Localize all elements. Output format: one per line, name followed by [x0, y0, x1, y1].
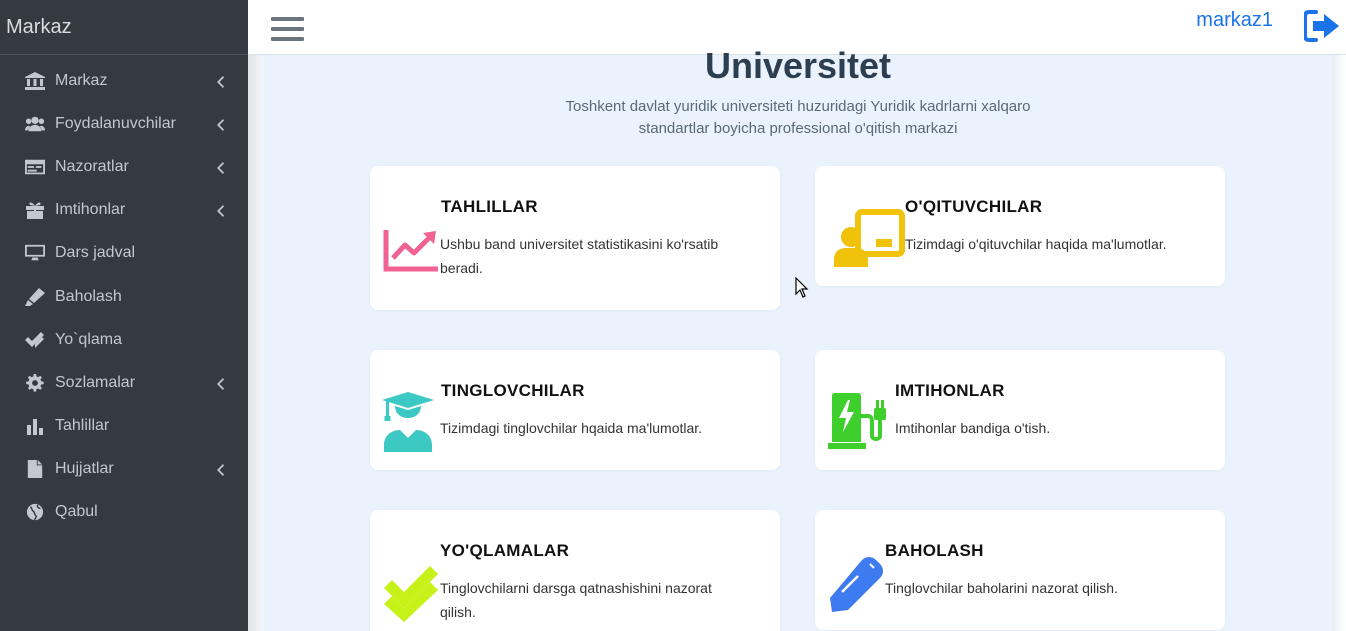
sidebar-item-label: Dars jadval: [55, 244, 136, 262]
sidebar-item-label: Qabul: [55, 503, 98, 521]
university-icon: [24, 71, 46, 91]
user-name-link[interactable]: markaz1: [1196, 9, 1273, 32]
sidebar-item-label: Yo`qlama: [55, 330, 123, 348]
sidebar-item-baholash[interactable]: Baholash: [0, 275, 248, 318]
charging-station-icon: [828, 392, 892, 455]
sidebar-item-markaz[interactable]: Markaz: [0, 59, 248, 102]
sidebar-item-label: Markaz: [55, 71, 108, 89]
page-subtitle: Toshkent davlat yuridik universiteti huz…: [565, 98, 1031, 137]
card-tinglovchilar[interactable]: TINGLOVCHILAR Tizimdagi tinglovchilar hq…: [370, 350, 780, 470]
scrollbar-track[interactable]: [1332, 55, 1346, 631]
card-tahlillar[interactable]: TAHLILLAR Ushbu band universitet statist…: [370, 166, 780, 310]
sidebar-item-label: Tahlillar: [55, 417, 110, 435]
gift-icon: [24, 200, 46, 220]
sidebar-item-tahlillar[interactable]: Tahlillar: [0, 405, 248, 448]
card-title: TAHLILLAR: [441, 197, 538, 216]
chevron-left-icon: [216, 118, 224, 131]
mouse-cursor-icon: [795, 276, 809, 304]
card-title: TINGLOVCHILAR: [441, 381, 585, 400]
graduate-icon: [382, 392, 434, 457]
sidebar-item-foydalanuvchilar[interactable]: Foydalanuvchilar: [0, 102, 248, 145]
card-title: YO'QLAMALAR: [440, 541, 570, 560]
card-description: Imtihonlar bandiga o'tish.: [895, 420, 1051, 436]
sidebar: Markaz Markaz Foydalanuvchilar Nazoratla…: [0, 0, 248, 631]
trend-chart-icon: [383, 228, 439, 277]
chevron-left-icon: [216, 75, 224, 88]
card-description: Tinglovchilar baholarini nazorat qilish.: [885, 580, 1118, 596]
sidebar-item-label: Sozlamalar: [55, 373, 136, 391]
card-title: O'QITUVCHILAR: [905, 197, 1043, 216]
sidebar-item-label: Imtihonlar: [55, 201, 126, 219]
double-check-icon: [24, 330, 46, 350]
sidebar-item-hujjatlar[interactable]: Hujjatlar: [0, 448, 248, 491]
sidebar-item-qabul[interactable]: Qabul: [0, 491, 248, 534]
sidebar-item-dars-jadval[interactable]: Dars jadval: [0, 232, 248, 275]
chevron-left-icon: [216, 463, 224, 477]
users-icon: [24, 114, 46, 134]
id-card-icon: [24, 157, 46, 177]
double-check-icon: [382, 564, 440, 627]
card-title: BAHOLASH: [885, 541, 984, 560]
card-description: Tizimdagi tinglovchilar hqaida ma'lumotl…: [440, 420, 703, 436]
card-oqituvchilar[interactable]: O'QITUVCHILAR Tizimdagi o'qituvchilar ha…: [815, 166, 1225, 286]
chevron-left-icon: [216, 204, 224, 218]
card-description: Tinglovchilarni darsga qatnashishini naz…: [440, 580, 712, 620]
marker-icon: [24, 287, 46, 307]
globe-icon: [24, 502, 46, 522]
sidebar-menu: Markaz Foydalanuvchilar Nazoratlar Imtih…: [0, 55, 248, 534]
sidebar-item-imtihonlar[interactable]: Imtihonlar: [0, 189, 248, 232]
sidebar-item-label: Baholash: [55, 287, 122, 305]
desktop-icon: [24, 243, 46, 263]
brand-title[interactable]: Markaz: [0, 0, 248, 55]
page-title: Universitet: [704, 45, 892, 86]
sidebar-item-sozlamalar[interactable]: Sozlamalar: [0, 361, 248, 404]
file-icon: [24, 459, 46, 479]
teacher-board-icon: [834, 209, 906, 272]
sidebar-item-nazoratlar[interactable]: Nazoratlar: [0, 145, 248, 188]
sidebar-item-label: Nazoratlar: [55, 157, 129, 175]
pen-icon: [828, 554, 886, 617]
logout-icon[interactable]: [1303, 10, 1340, 42]
card-baholash[interactable]: BAHOLASH Tinglovchilar baholarini nazora…: [815, 510, 1225, 630]
gear-icon: [24, 373, 46, 393]
sidebar-item-label: Foydalanuvchilar: [55, 114, 176, 132]
sidebar-item-label: Hujjatlar: [55, 460, 114, 478]
card-description: Tizimdagi o'qituvchilar haqida ma'lumotl…: [905, 236, 1167, 252]
chevron-left-icon: [216, 161, 224, 174]
card-imtihonlar[interactable]: IMTIHONLAR Imtihonlar bandiga o'tish.: [815, 350, 1225, 470]
bar-chart-icon: [24, 416, 46, 436]
chevron-left-icon: [216, 377, 224, 390]
sidebar-item-yoqlama[interactable]: Yo`qlama: [0, 318, 248, 361]
card-title: IMTIHONLAR: [895, 381, 1005, 400]
card-description: Ushbu band universitet statistikasini ko…: [440, 236, 719, 276]
content-edge-shadow: [248, 55, 264, 631]
card-yoqlamalar[interactable]: YO'QLAMALAR Tinglovchilarni darsga qatna…: [370, 510, 780, 631]
hamburger-menu-icon[interactable]: [271, 17, 304, 47]
